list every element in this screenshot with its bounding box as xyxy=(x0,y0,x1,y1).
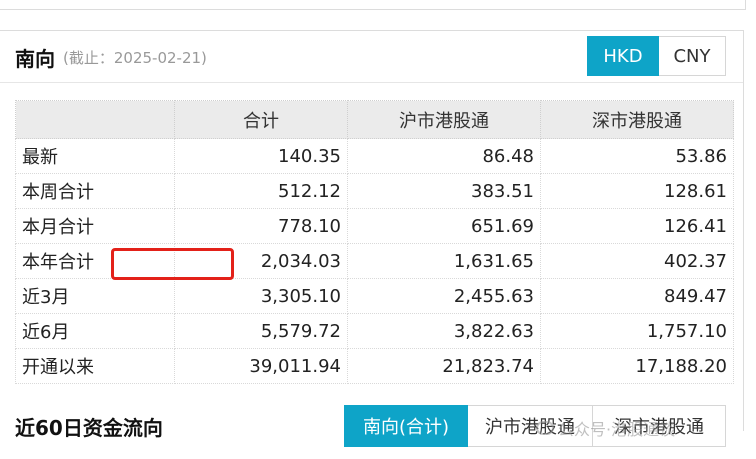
cell-shenzhen: 128.61 xyxy=(540,173,734,209)
table-row: 本周合计 512.12 383.51 128.61 xyxy=(15,173,734,209)
cell-shanghai: 3,822.63 xyxy=(347,313,541,349)
cell-shenzhen: 402.37 xyxy=(540,243,734,279)
cell-shanghai: 651.69 xyxy=(347,208,541,244)
watermark-text: 公众号·港股通谈 xyxy=(558,420,676,439)
cell-total-value: 2,034.03 xyxy=(260,250,341,272)
cell-total-highlighted: 2,034.03 xyxy=(111,243,348,280)
cell-shanghai: 21,823.74 xyxy=(347,348,541,384)
column-header-total: 合计 xyxy=(174,100,348,139)
row-label: 本周合计 xyxy=(15,173,175,209)
as-of-date: (截止：2025-02-21) xyxy=(63,48,207,67)
currency-toggle: HKD CNY xyxy=(587,36,726,76)
cell-shenzhen: 17,188.20 xyxy=(540,348,734,384)
row-label: 开通以来 xyxy=(15,348,175,384)
cell-total: 512.12 xyxy=(174,173,348,209)
section-header: 南向 (截止：2025-02-21) xyxy=(15,40,207,74)
wechat-icon xyxy=(536,421,554,435)
red-highlight-box xyxy=(111,247,234,280)
column-header-shenzhen: 深市港股通 xyxy=(540,100,734,139)
cell-shenzhen: 126.41 xyxy=(540,208,734,244)
header-divider xyxy=(0,82,743,83)
cell-shenzhen: 53.86 xyxy=(540,138,734,174)
row-label: 本月合计 xyxy=(15,208,175,244)
cell-total: 778.10 xyxy=(174,208,348,244)
top-divider xyxy=(0,0,746,10)
tab-southbound-total[interactable]: 南向(合计) xyxy=(344,405,468,447)
cell-shanghai: 86.48 xyxy=(347,138,541,174)
cell-shenzhen: 849.47 xyxy=(540,278,734,314)
highlight-wrapper: 2,034.03 xyxy=(111,247,341,280)
table-row: 开通以来 39,011.94 21,823.74 17,188.20 xyxy=(15,348,734,384)
row-label: 最新 xyxy=(15,138,175,174)
cell-total: 39,011.94 xyxy=(174,348,348,384)
cell-shenzhen: 1,757.10 xyxy=(540,313,734,349)
column-header-shanghai: 沪市港股通 xyxy=(347,100,541,139)
hkd-button[interactable]: HKD xyxy=(587,36,659,76)
cell-total: 140.35 xyxy=(174,138,348,174)
table-row: 本月合计 778.10 651.69 126.41 xyxy=(15,208,734,244)
cell-shanghai: 2,455.63 xyxy=(347,278,541,314)
cny-button[interactable]: CNY xyxy=(659,36,726,76)
cell-shanghai: 1,631.65 xyxy=(347,243,541,279)
row-label: 近3月 xyxy=(15,278,175,314)
table-row: 近3月 3,305.10 2,455.63 849.47 xyxy=(15,278,734,314)
table-row: 最新 140.35 86.48 53.86 xyxy=(15,138,734,174)
table-row: 近6月 5,579.72 3,822.63 1,757.10 xyxy=(15,313,734,349)
southbound-summary-table: 合计 沪市港股通 深市港股通 最新 140.35 86.48 53.86 本周合… xyxy=(15,100,734,384)
cell-total: 3,305.10 xyxy=(174,278,348,314)
flow-section-title: 近60日资金流向 xyxy=(15,416,163,440)
page-title: 南向 xyxy=(15,46,55,71)
watermark: 公众号·港股通谈 xyxy=(536,416,675,440)
row-label: 近6月 xyxy=(15,313,175,349)
cell-total: 5,579.72 xyxy=(174,313,348,349)
column-header-label xyxy=(15,100,175,139)
cell-shanghai: 383.51 xyxy=(347,173,541,209)
table-header-row: 合计 沪市港股通 深市港股通 xyxy=(15,100,734,139)
table-row: 本年合计 2,034.03 1,631.65 402.37 xyxy=(15,243,734,280)
